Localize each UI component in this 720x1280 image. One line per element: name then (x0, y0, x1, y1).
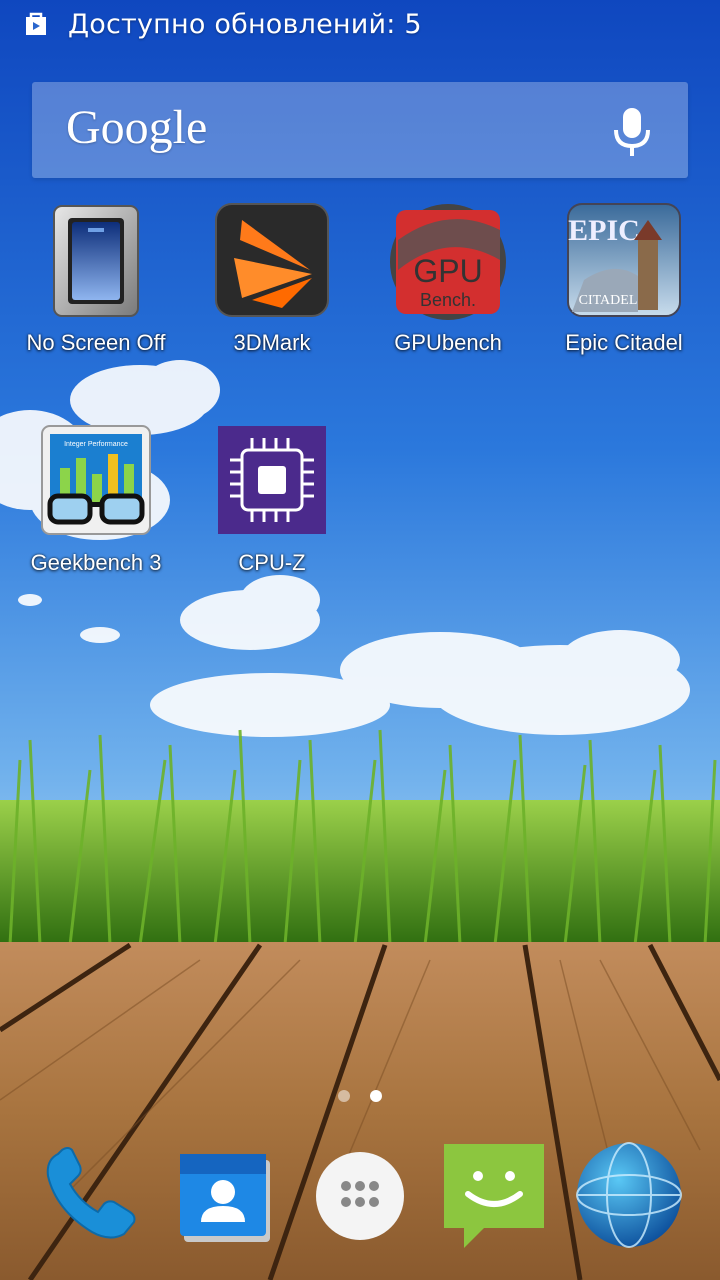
app-gpubench[interactable]: GPU Bench. GPUbench (362, 200, 534, 380)
app-label: GPUbench (394, 330, 502, 355)
all-apps-icon (316, 1152, 404, 1240)
app-label: No Screen Off (26, 330, 166, 355)
app-epic-citadel[interactable]: EPIC CITADEL Epic Citadel (538, 200, 710, 380)
app-label: Epic Citadel (565, 330, 683, 355)
globe-icon (576, 1142, 682, 1248)
sms-smiley-icon (444, 1144, 544, 1248)
google-search-bar[interactable]: Google (32, 82, 688, 178)
google-logo: Google (66, 101, 208, 154)
epic-icon-text-2: CITADEL (579, 293, 638, 308)
gpu-icon-text-1: GPU (413, 253, 482, 289)
page-dot-1 (338, 1090, 350, 1102)
app-label: 3DMark (233, 330, 311, 355)
dock-phone[interactable] (36, 1140, 146, 1250)
gpu-bench-icon: GPU Bench. (390, 204, 506, 320)
cpu-chip-icon (218, 426, 326, 534)
dock-messaging[interactable] (440, 1140, 550, 1250)
geekbench-glasses-icon: Integer Performance (41, 425, 151, 535)
toggle-switch-icon (53, 205, 139, 317)
page-dot-2-current (370, 1090, 382, 1102)
epic-citadel-icon: EPIC CITADEL (567, 203, 681, 317)
app-cpu-z[interactable]: CPU-Z (186, 420, 358, 600)
gpu-icon-text-2: Bench. (420, 290, 476, 310)
status-bar[interactable]: Доступно обновлений: 5 (0, 0, 720, 52)
contacts-icon (180, 1154, 270, 1242)
wallpaper (0, 0, 720, 1280)
app-geekbench-3[interactable]: Integer Performance Geekbench 3 (10, 420, 182, 600)
dock-contacts[interactable] (170, 1140, 280, 1250)
update-notification-text: Доступно обновлений: 5 (68, 9, 422, 40)
geekbench-icon-text: Integer Performance (64, 441, 128, 448)
3dmark-logo-icon (215, 203, 329, 317)
dock-app-drawer[interactable] (305, 1140, 415, 1250)
app-label: Geekbench 3 (30, 550, 162, 575)
play-store-bag-icon (26, 12, 46, 35)
epic-icon-text-1: EPIC (568, 214, 640, 247)
phone-icon (46, 1147, 136, 1239)
app-label: CPU-Z (238, 550, 306, 575)
microphone-icon[interactable] (608, 104, 656, 160)
dock-browser[interactable] (574, 1140, 684, 1250)
app-no-screen-off[interactable]: No Screen Off (10, 200, 182, 380)
app-3dmark[interactable]: 3DMark (186, 200, 358, 380)
